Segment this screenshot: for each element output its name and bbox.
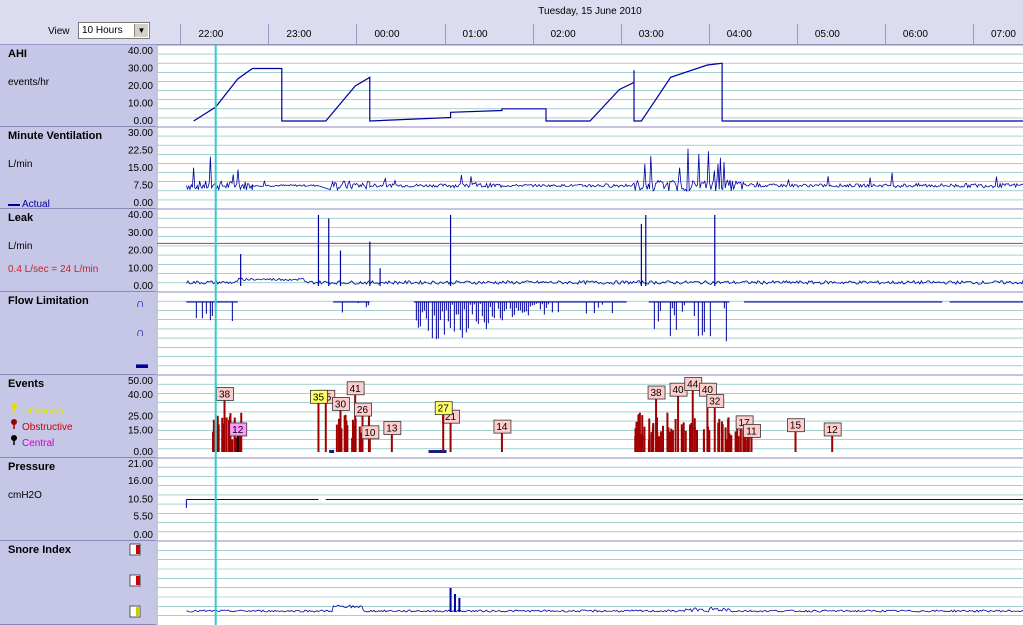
event-label: 14 <box>496 422 508 433</box>
event-label: 35 <box>313 392 325 403</box>
flow-mid-icon: ∩ <box>136 325 145 339</box>
event-label: 38 <box>650 388 662 399</box>
event-label: 32 <box>709 397 721 408</box>
event-label: 40 <box>673 385 685 396</box>
y-tick-label: 0.00 <box>134 281 154 292</box>
event-label: 13 <box>386 424 398 435</box>
y-tick-label: 10.00 <box>128 99 153 110</box>
snore-level-mark <box>136 576 140 585</box>
event-label: 30 <box>335 399 347 410</box>
y-tick-label: 10.00 <box>128 263 153 274</box>
y-tick-label: 40.00 <box>128 390 153 401</box>
y-tick-label: 30.00 <box>128 128 153 139</box>
y-tick-label: 20.00 <box>128 246 153 257</box>
event-label: 10 <box>364 428 376 439</box>
y-tick-label: 10.50 <box>128 495 153 506</box>
event-label: 38 <box>219 389 231 400</box>
y-tick-label: 30.00 <box>128 228 153 239</box>
flow-high-icon: ∩ <box>136 296 145 310</box>
leak-line <box>186 277 1023 286</box>
y-tick-label: 22.50 <box>128 146 153 157</box>
snore-level-mark <box>136 545 140 554</box>
y-tick-label: 16.00 <box>128 476 153 487</box>
event-label: 27 <box>438 404 450 415</box>
event-label: 15 <box>790 421 802 432</box>
y-tick-label: 0.00 <box>134 116 154 127</box>
y-tick-label: 25.00 <box>128 412 153 423</box>
y-tick-label: 5.50 <box>134 511 154 522</box>
y-tick-label: 7.50 <box>134 181 154 192</box>
event-label: 44 <box>687 380 699 391</box>
y-tick-label: 0.00 <box>134 447 154 458</box>
y-tick-label: 40.00 <box>128 46 153 57</box>
snore-level-mark <box>136 607 140 616</box>
mv-line <box>186 148 1023 193</box>
y-tick-label: 15.00 <box>128 163 153 174</box>
y-tick-label: 20.00 <box>128 81 153 92</box>
event-label: 11 <box>746 426 757 437</box>
event-label: 41 <box>350 384 362 395</box>
y-tick-label: 40.00 <box>128 210 153 221</box>
y-tick-label: 30.00 <box>128 64 153 75</box>
event-marker <box>329 450 335 453</box>
flow-low-icon: ▬ <box>136 357 148 371</box>
ahi-line <box>193 62 1023 122</box>
event-label: 12 <box>232 425 244 436</box>
y-tick-label: 50.00 <box>128 376 153 387</box>
y-tick-label: 0.00 <box>134 530 154 541</box>
event-label: 26 <box>357 405 369 416</box>
event-label: 12 <box>827 425 839 436</box>
y-tick-label: 15.00 <box>128 426 153 437</box>
y-tick-label: 21.00 <box>128 459 153 470</box>
y-tick-label: 0.00 <box>134 198 154 209</box>
chart-area: 40.0030.0020.0010.000.0030.0022.5015.007… <box>8 44 1023 625</box>
